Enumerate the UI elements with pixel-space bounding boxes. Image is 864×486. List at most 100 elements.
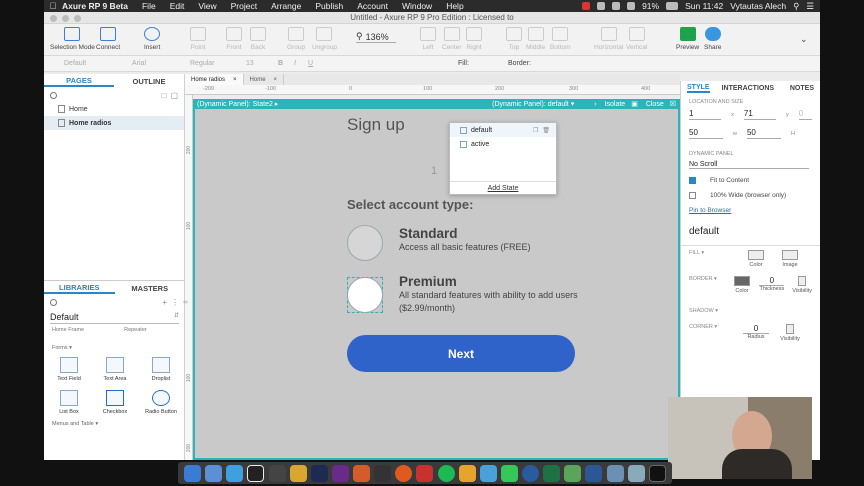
menu-app-name[interactable]: Axure RP 9 Beta <box>62 1 128 11</box>
app-icon[interactable] <box>289 464 307 482</box>
menu-edit[interactable]: Edit <box>170 1 185 11</box>
tab-masters[interactable]: MASTERS <box>115 284 186 293</box>
app-icon[interactable] <box>606 464 624 482</box>
record-status-icon[interactable] <box>582 2 591 10</box>
status-icon[interactable] <box>597 2 606 10</box>
rotation-input[interactable]: 0 <box>798 109 813 120</box>
app-icon[interactable] <box>522 464 540 482</box>
italic-button[interactable]: I <box>294 60 296 67</box>
spotify-icon[interactable] <box>437 464 455 482</box>
corner-label[interactable]: CORNER ▾ <box>689 324 729 330</box>
corner-visibility-button[interactable]: Visibility <box>777 324 803 342</box>
selection-mode-button[interactable]: Selection Mode <box>50 27 95 51</box>
trash-icon[interactable]: 🗑 <box>542 127 550 134</box>
align-center-button[interactable]: Center <box>442 27 462 51</box>
close-icon[interactable]: ☒ <box>670 100 676 108</box>
app-icon[interactable] <box>458 464 476 482</box>
battery-icon[interactable] <box>666 2 679 10</box>
align-top-button[interactable]: Top <box>506 27 522 51</box>
menu-help[interactable]: Help <box>446 1 463 11</box>
insert-button[interactable]: Insert <box>144 27 160 51</box>
close-icon[interactable]: × <box>274 77 278 83</box>
radius-input[interactable]: 0 Radius <box>743 324 769 340</box>
tab-outline[interactable]: OUTLINE <box>114 77 184 86</box>
menu-publish[interactable]: Publish <box>315 1 343 11</box>
menus-section-label[interactable]: Menus and Table ▾ <box>44 415 185 433</box>
app-icon[interactable] <box>374 464 392 482</box>
premium-option[interactable]: Premium All standard features with abili… <box>399 274 579 315</box>
dynamic-panel-breadcrumb[interactable]: (Dynamic Panel): State2 ▸ <box>197 100 278 108</box>
widget-radio-button[interactable]: Radio Button <box>138 390 184 415</box>
next-button[interactable]: Next <box>347 335 575 372</box>
distribute-horizontal-button[interactable]: Horizontal <box>594 27 623 51</box>
preview-button[interactable]: Preview <box>676 27 699 51</box>
share-button[interactable]: Share <box>704 27 721 51</box>
menu-window[interactable]: Window <box>402 1 432 11</box>
shield-icon[interactable] <box>612 2 621 10</box>
add-folder-icon[interactable]: ▢ <box>170 91 178 100</box>
tab-notes[interactable]: NOTES <box>790 85 814 92</box>
h-input[interactable]: 50 <box>746 128 781 139</box>
app-icon[interactable] <box>395 464 413 482</box>
standard-radio[interactable] <box>347 225 383 261</box>
page-item-home[interactable]: Home <box>44 102 184 116</box>
libraries-search[interactable]: + ⋮ <box>44 295 185 309</box>
state-item-active[interactable]: active <box>450 137 556 151</box>
app-icon[interactable] <box>268 464 286 482</box>
front-button[interactable]: Front <box>226 27 242 51</box>
close-icon[interactable]: × <box>233 77 237 83</box>
w-input[interactable]: 50 <box>689 128 723 139</box>
library-select[interactable]: Default ⇵ <box>50 312 179 324</box>
library-subitem[interactable]: Home Frame <box>52 327 84 333</box>
group-button[interactable]: Group <box>287 27 305 51</box>
isolate-icon[interactable]: ▣ <box>631 100 638 108</box>
zoom-select[interactable]: ⚲ 136% <box>356 31 396 43</box>
design-canvas[interactable]: Sign up 1 Select account type: Standard … <box>193 109 680 460</box>
user-name[interactable]: Vytautas Alech <box>730 1 786 11</box>
tab-style[interactable]: STYLE <box>687 84 710 93</box>
state-name-field[interactable]: default <box>681 218 820 246</box>
photoshop-icon[interactable] <box>310 464 328 482</box>
border-thickness-input[interactable]: 0 Thickness <box>759 276 785 292</box>
bold-button[interactable]: B <box>278 60 283 67</box>
wifi-icon[interactable] <box>627 2 636 10</box>
fit-to-content-checkbox[interactable]: Fit to Content <box>681 173 820 188</box>
library-subitem[interactable]: Repeater <box>124 327 147 333</box>
widget-list-box[interactable]: List Box <box>46 390 92 415</box>
connect-button[interactable]: Connect <box>96 27 120 51</box>
menu-list-icon[interactable]: ☰ <box>806 1 814 12</box>
underline-button[interactable]: U <box>308 60 313 67</box>
widget-checkbox[interactable]: Checkbox <box>92 390 138 415</box>
step-number[interactable]: 1 <box>431 165 437 177</box>
pin-to-browser-link[interactable]: Pin to Browser <box>681 203 820 218</box>
point-button[interactable]: Point <box>190 27 206 51</box>
chevron-right-icon[interactable]: › <box>594 101 596 108</box>
border-label[interactable]: BORDER ▾ <box>689 276 718 282</box>
shadow-label[interactable]: SHADOW ▾ <box>681 298 820 314</box>
signup-heading[interactable]: Sign up <box>347 115 405 135</box>
border-visibility-button[interactable]: Visibility <box>792 276 812 294</box>
clock[interactable]: Sun 11:42 <box>685 1 723 11</box>
minimize-window-button[interactable] <box>62 15 69 22</box>
back-button[interactable]: Back <box>250 27 266 51</box>
widget-text-area[interactable]: Text Area <box>92 357 138 382</box>
tab-interactions[interactable]: INTERACTIONS <box>722 85 775 92</box>
align-bottom-button[interactable]: Bottom <box>550 27 571 51</box>
app-icon[interactable] <box>205 464 223 482</box>
fill-image-button[interactable]: Image <box>777 250 803 268</box>
menu-file[interactable]: File <box>142 1 156 11</box>
app-icon[interactable] <box>416 464 434 482</box>
app-icon[interactable] <box>247 464 265 482</box>
border-color-button[interactable]: Color <box>732 276 751 294</box>
app-icon[interactable] <box>627 464 645 482</box>
app-icon[interactable] <box>353 464 371 482</box>
tab-libraries[interactable]: LIBRARIES <box>44 283 115 294</box>
y-input[interactable]: 71 <box>743 109 777 120</box>
fill-label[interactable]: FILL ▾ <box>689 250 729 256</box>
size-select[interactable]: 13 <box>246 60 254 67</box>
widget-droplist[interactable]: Droplist <box>138 357 184 382</box>
align-right-button[interactable]: Right <box>466 27 482 51</box>
scroll-select[interactable]: No Scroll <box>681 157 820 173</box>
app-icon[interactable] <box>479 464 497 482</box>
library-options-icon[interactable]: ⋮ <box>171 298 179 307</box>
